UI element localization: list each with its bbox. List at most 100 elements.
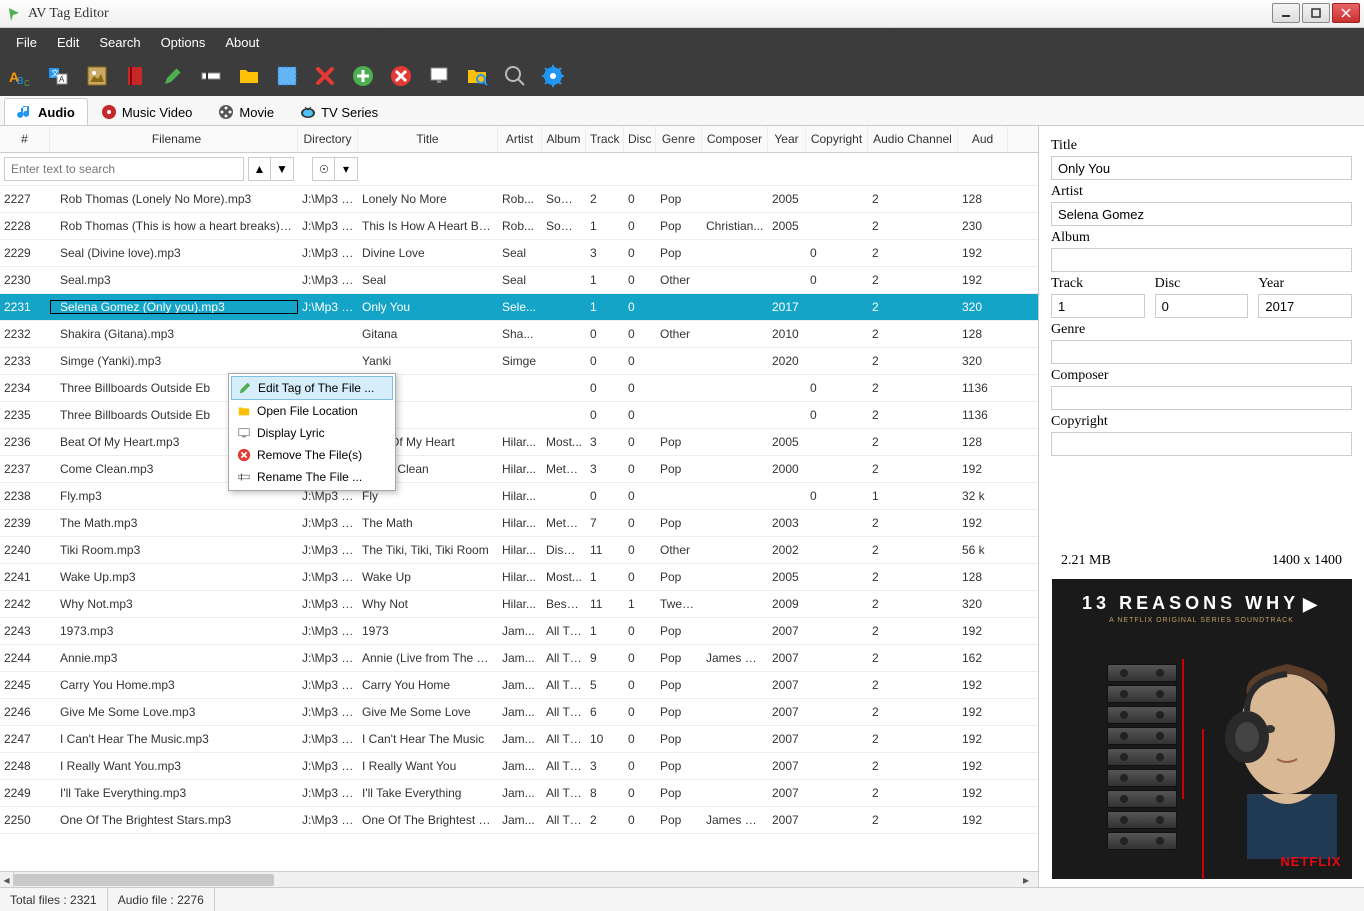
table-row[interactable]: 2233Simge (Yanki).mp3YankiSimge002020232… <box>0 348 1038 375</box>
ctx-open-location[interactable]: Open File Location <box>231 400 393 422</box>
ctx-edit-tag[interactable]: Edit Tag of The File ... <box>231 376 393 400</box>
tool-settings-icon[interactable] <box>538 61 568 91</box>
cell: 32 k <box>958 489 1008 503</box>
album-cover[interactable]: 13 REASONS WHY▶ A NETFLIX ORIGINAL SERIE… <box>1052 579 1352 879</box>
table-row[interactable]: 2247I Can't Hear The Music.mp3J:\Mp3 M..… <box>0 726 1038 753</box>
cell: J:\Mp3 M... <box>298 732 358 746</box>
tab-music-video[interactable]: Music Video <box>88 98 206 125</box>
table-row[interactable]: 2229Seal (Divine love).mp3J:\Mp3 M...Div… <box>0 240 1038 267</box>
gear-dropdown-button[interactable]: ▾ <box>335 158 357 180</box>
ctx-display-lyric[interactable]: Display Lyric <box>231 422 393 444</box>
title-input[interactable] <box>1051 156 1352 180</box>
scroll-thumb[interactable] <box>14 874 274 886</box>
close-button[interactable] <box>1332 3 1360 23</box>
table-row[interactable]: 2241Wake Up.mp3J:\Mp3 M...Wake UpHilar..… <box>0 564 1038 591</box>
col-aud[interactable]: Aud <box>958 126 1008 152</box>
menu-about[interactable]: About <box>215 31 269 54</box>
table-row[interactable]: 2227Rob Thomas (Lonely No More).mp3J:\Mp… <box>0 186 1038 213</box>
tool-folder-search-icon[interactable] <box>462 61 492 91</box>
disc-input[interactable] <box>1155 294 1249 318</box>
table-row[interactable]: 2237Come Clean.mp3J:\Mp3 M...Come CleanH… <box>0 456 1038 483</box>
menu-edit[interactable]: Edit <box>47 31 89 54</box>
table-row[interactable]: 2228Rob Thomas (This is how a heart brea… <box>0 213 1038 240</box>
col-genre[interactable]: Genre <box>656 126 702 152</box>
table-row[interactable]: 2230Seal.mp3J:\Mp3 M...SealSeal10Other02… <box>0 267 1038 294</box>
album-input[interactable] <box>1051 248 1352 272</box>
gear-button[interactable] <box>313 158 335 180</box>
table-row[interactable]: 2250One Of The Brightest Stars.mp3J:\Mp3… <box>0 807 1038 834</box>
table-row[interactable]: 2240Tiki Room.mp3J:\Mp3 M...The Tiki, Ti… <box>0 537 1038 564</box>
tool-delete-icon[interactable] <box>310 61 340 91</box>
col-copyright[interactable]: Copyright <box>806 126 868 152</box>
tool-pencil-icon[interactable] <box>158 61 188 91</box>
cell: 2245 <box>0 678 50 692</box>
table-row[interactable]: 2246Give Me Some Love.mp3J:\Mp3 M...Give… <box>0 699 1038 726</box>
ctx-remove-file[interactable]: Remove The File(s) <box>231 444 393 466</box>
table-row[interactable]: 2231Selena Gomez (Only you).mp3J:\Mp3 M.… <box>0 294 1038 321</box>
table-body[interactable]: 2227Rob Thomas (Lonely No More).mp3J:\Mp… <box>0 186 1038 871</box>
tool-screen-icon[interactable] <box>424 61 454 91</box>
table-row[interactable]: 2238Fly.mp3J:\Mp3 M...FlyHilar...000132 … <box>0 483 1038 510</box>
ctx-rename-file[interactable]: Rename The File ... <box>231 466 393 488</box>
col-audio-channel[interactable]: Audio Channel <box>868 126 958 152</box>
horizontal-scrollbar[interactable]: ◂ ▸ <box>0 871 1038 887</box>
col-filename[interactable]: Filename <box>50 126 298 152</box>
cell: Pop <box>656 516 702 530</box>
genre-input[interactable] <box>1051 340 1352 364</box>
tool-select-icon[interactable] <box>272 61 302 91</box>
scroll-right-arrow[interactable]: ▸ <box>1014 872 1038 888</box>
composer-input[interactable] <box>1051 386 1352 410</box>
scroll-left-arrow[interactable]: ◂ <box>0 872 14 888</box>
col-track[interactable]: Track <box>586 126 624 152</box>
table-row[interactable]: 2232Shakira (Gitana).mp3GitanaSha...00Ot… <box>0 321 1038 348</box>
table-row[interactable]: 2242Why Not.mp3J:\Mp3 M...Why NotHilar..… <box>0 591 1038 618</box>
tab-tv-series[interactable]: TV Series <box>287 98 391 125</box>
table-row[interactable]: 2248I Really Want You.mp3J:\Mp3 M...I Re… <box>0 753 1038 780</box>
track-input[interactable] <box>1051 294 1145 318</box>
tool-search-icon[interactable] <box>500 61 530 91</box>
tool-picture-icon[interactable] <box>82 61 112 91</box>
sort-asc-button[interactable]: ▲ <box>249 158 271 180</box>
tab-label: Movie <box>239 105 274 120</box>
table-row[interactable]: 22431973.mp3J:\Mp3 M...1973Jam...All Th.… <box>0 618 1038 645</box>
table-row[interactable]: 2236Beat Of My Heart.mp3J:\Mp3 M...Beat … <box>0 429 1038 456</box>
cell: 2007 <box>768 678 806 692</box>
menu-search[interactable]: Search <box>89 31 150 54</box>
menu-file[interactable]: File <box>6 31 47 54</box>
search-input[interactable] <box>4 157 244 181</box>
table-row[interactable]: 2245Carry You Home.mp3J:\Mp3 M...Carry Y… <box>0 672 1038 699</box>
cell: 1136 <box>958 381 1008 395</box>
tool-folder-icon[interactable] <box>234 61 264 91</box>
tool-add-icon[interactable] <box>348 61 378 91</box>
table-row[interactable]: 2244Annie.mp3J:\Mp3 M...Annie (Live from… <box>0 645 1038 672</box>
tab-movie[interactable]: Movie <box>205 98 287 125</box>
table-row[interactable]: 2239The Math.mp3J:\Mp3 M...The MathHilar… <box>0 510 1038 537</box>
col-directory[interactable]: Directory <box>298 126 358 152</box>
table-row[interactable]: 2234Three Billboards Outside Eb00021136 <box>0 375 1038 402</box>
maximize-button[interactable] <box>1302 3 1330 23</box>
col-year[interactable]: Year <box>768 126 806 152</box>
tool-translate-icon[interactable]: 文A <box>44 61 74 91</box>
col-album[interactable]: Album <box>542 126 586 152</box>
tool-book-icon[interactable] <box>120 61 150 91</box>
col-disc[interactable]: Disc <box>624 126 656 152</box>
tool-remove-icon[interactable] <box>386 61 416 91</box>
tool-font-icon[interactable]: ABC <box>6 61 36 91</box>
col-number[interactable]: # <box>0 126 50 152</box>
table-row[interactable]: 2235Three Billboards Outside Eb00021136 <box>0 402 1038 429</box>
table-row[interactable]: 2249I'll Take Everything.mp3J:\Mp3 M...I… <box>0 780 1038 807</box>
copyright-input[interactable] <box>1051 432 1352 456</box>
minimize-button[interactable] <box>1272 3 1300 23</box>
col-title[interactable]: Title <box>358 126 498 152</box>
year-input[interactable] <box>1258 294 1352 318</box>
col-composer[interactable]: Composer <box>702 126 768 152</box>
tool-rename-icon[interactable] <box>196 61 226 91</box>
cell: Rob... <box>498 192 542 206</box>
cell: Selena Gomez (Only you).mp3 <box>50 300 298 314</box>
cell: 6 <box>586 705 624 719</box>
tab-audio[interactable]: Audio <box>4 98 88 125</box>
sort-desc-button[interactable]: ▼ <box>271 158 293 180</box>
menu-options[interactable]: Options <box>151 31 216 54</box>
col-artist[interactable]: Artist <box>498 126 542 152</box>
artist-input[interactable] <box>1051 202 1352 226</box>
